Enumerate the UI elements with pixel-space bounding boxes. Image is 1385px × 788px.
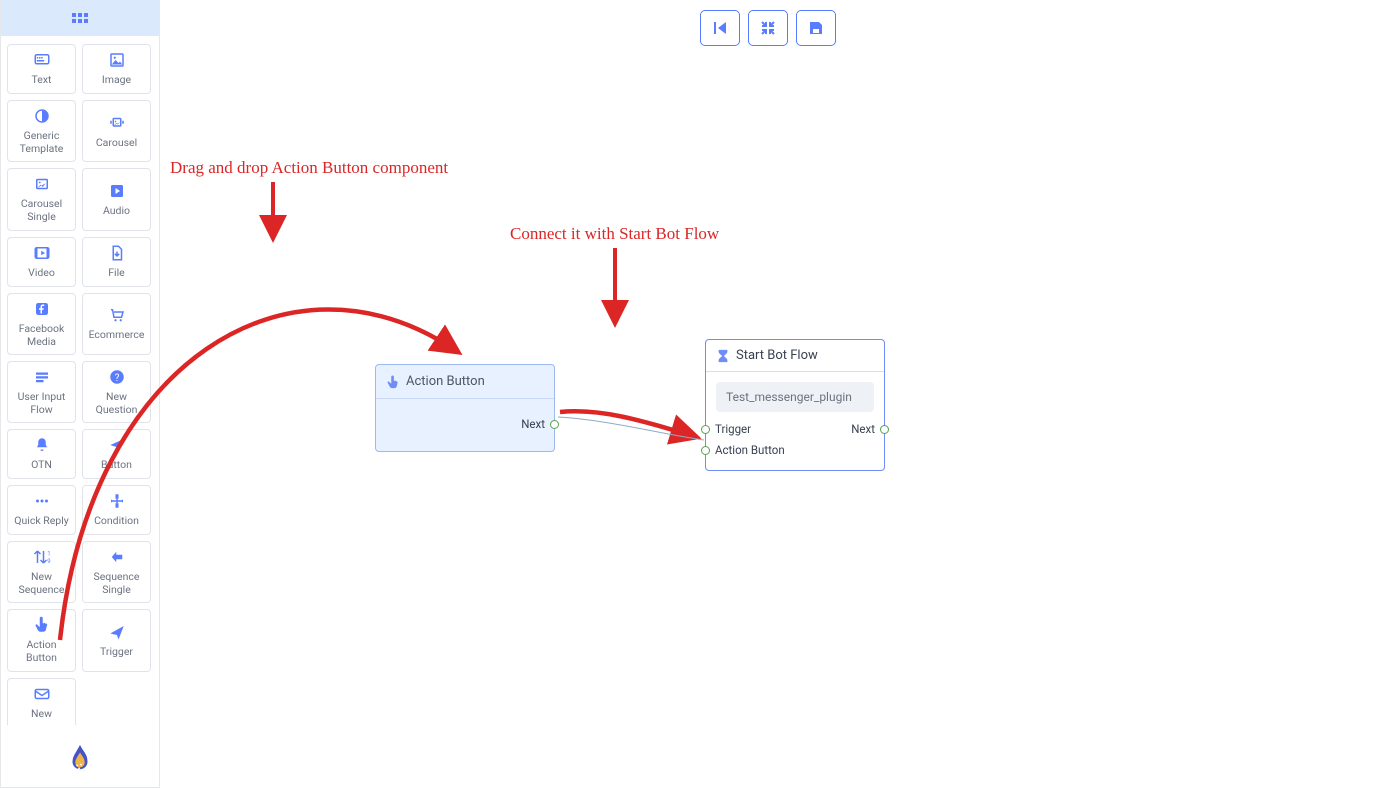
text-icon	[33, 51, 51, 69]
palette-item-label: Sequence Single	[85, 570, 148, 596]
palette-item-label: Ecommerce	[89, 328, 145, 341]
palette-item-otn[interactable]: OTN	[7, 429, 76, 479]
palette-item-label: Image	[102, 73, 131, 86]
condition-icon	[108, 492, 126, 510]
facebook-media-icon	[33, 300, 51, 318]
port-label-action-button: Action Button	[715, 443, 785, 457]
flame-icon	[65, 743, 95, 773]
carousel-icon	[108, 114, 126, 132]
port-in-action-button[interactable]	[701, 446, 710, 455]
palette-item-video[interactable]: Video	[7, 237, 76, 287]
palette-item-new-question[interactable]: ? New Question	[82, 361, 151, 423]
port-label-next: Next	[521, 417, 545, 431]
node-start-bot-flow[interactable]: Start Bot Flow Test_messenger_plugin Tri…	[705, 339, 885, 471]
palette-item-label: Condition	[94, 514, 139, 527]
port-in-trigger[interactable]	[701, 425, 710, 434]
svg-text:?: ?	[114, 373, 119, 384]
generic-template-icon	[33, 107, 51, 125]
trigger-icon	[108, 623, 126, 641]
palette-item-new[interactable]: New	[7, 678, 76, 726]
palette-item-new-sequence[interactable]: 19 New Sequence	[7, 541, 76, 603]
palette-item-trigger[interactable]: Trigger	[82, 609, 151, 671]
node-header[interactable]: Start Bot Flow	[706, 340, 884, 372]
component-sidebar: Text Image Generic Template Carousel Carouse…	[0, 0, 160, 788]
new-sequence-icon: 19	[33, 548, 51, 566]
sequence-single-icon	[108, 548, 126, 566]
palette-item-label: Facebook Media	[10, 322, 73, 348]
port-label-trigger: Trigger	[715, 422, 751, 436]
palette-item-label: Trigger	[100, 645, 133, 658]
sidebar-header[interactable]	[1, 0, 159, 36]
palette-item-action-button[interactable]: Action Button	[7, 609, 76, 671]
node-title: Start Bot Flow	[736, 348, 818, 363]
palette-item-user-input-flow[interactable]: User Input Flow	[7, 361, 76, 423]
otn-icon	[33, 436, 51, 454]
palette-item-button[interactable]: Button	[82, 429, 151, 479]
node-title: Action Button	[406, 374, 485, 389]
port-label-next: Next	[851, 422, 875, 436]
hourglass-icon	[716, 349, 730, 363]
palette-item-condition[interactable]: Condition	[82, 485, 151, 535]
palette-item-generic-template[interactable]: Generic Template	[7, 100, 76, 162]
new-icon	[33, 685, 51, 703]
palette-item-label: Button	[101, 458, 132, 471]
palette-item-label: File	[108, 266, 124, 279]
palette-item-ecommerce[interactable]: Ecommerce	[82, 293, 151, 355]
palette-item-label: Text	[32, 73, 52, 86]
palette-item-label: Audio	[103, 204, 130, 217]
palette-item-label: Generic Template	[10, 129, 73, 155]
palette-item-file[interactable]: File	[82, 237, 151, 287]
image-icon	[108, 51, 126, 69]
palette-item-sequence-single[interactable]: Sequence Single	[82, 541, 151, 603]
palette-item-text[interactable]: Text	[7, 44, 76, 94]
svg-text:9: 9	[47, 558, 50, 565]
grid-icon	[72, 13, 88, 23]
ecommerce-icon	[108, 306, 126, 324]
palette-item-label: Carousel Single	[10, 197, 73, 223]
palette-item-label: New Sequence	[10, 570, 73, 596]
annotation-connect: Connect it with Start Bot Flow	[510, 224, 719, 244]
quick-reply-icon	[33, 492, 51, 510]
palette-item-label: Carousel	[96, 136, 137, 149]
file-icon	[108, 244, 126, 262]
port-out-next[interactable]	[880, 425, 889, 434]
palette-item-label: New Question	[85, 390, 148, 416]
palette-item-audio[interactable]: Audio	[82, 168, 151, 230]
palette-item-carousel-single[interactable]: Carousel Single	[7, 168, 76, 230]
new-question-icon: ?	[108, 368, 126, 386]
node-header[interactable]: Action Button	[376, 365, 554, 399]
palette-item-label: Video	[28, 266, 55, 279]
palette-item-facebook-media[interactable]: Facebook Media	[7, 293, 76, 355]
audio-icon	[108, 182, 126, 200]
port-out-next[interactable]	[550, 420, 559, 429]
video-icon	[33, 244, 51, 262]
node-action-button[interactable]: Action Button Next	[375, 364, 555, 452]
palette-item-label: Quick Reply	[14, 514, 68, 527]
palette-item-label: New	[31, 707, 52, 720]
flow-canvas[interactable]: Drag and drop Action Button component Co…	[160, 0, 1385, 788]
sidebar-footer-logo	[1, 729, 159, 787]
action-button-icon	[33, 616, 51, 634]
carousel-single-icon	[33, 175, 51, 193]
palette-item-label: OTN	[31, 458, 52, 471]
palette-item-label: User Input Flow	[10, 390, 73, 416]
annotation-drag: Drag and drop Action Button component	[170, 158, 448, 178]
palette-item-label: Action Button	[10, 638, 73, 664]
button-icon	[108, 436, 126, 454]
hand-point-icon	[386, 375, 400, 389]
svg-text:1: 1	[47, 551, 50, 558]
palette-item-carousel[interactable]: Carousel	[82, 100, 151, 162]
palette-item-image[interactable]: Image	[82, 44, 151, 94]
user-input-flow-icon	[33, 368, 51, 386]
component-palette: Text Image Generic Template Carousel Carouse…	[7, 44, 153, 725]
node-reference: Test_messenger_plugin	[716, 382, 874, 412]
palette-item-quick-reply[interactable]: Quick Reply	[7, 485, 76, 535]
